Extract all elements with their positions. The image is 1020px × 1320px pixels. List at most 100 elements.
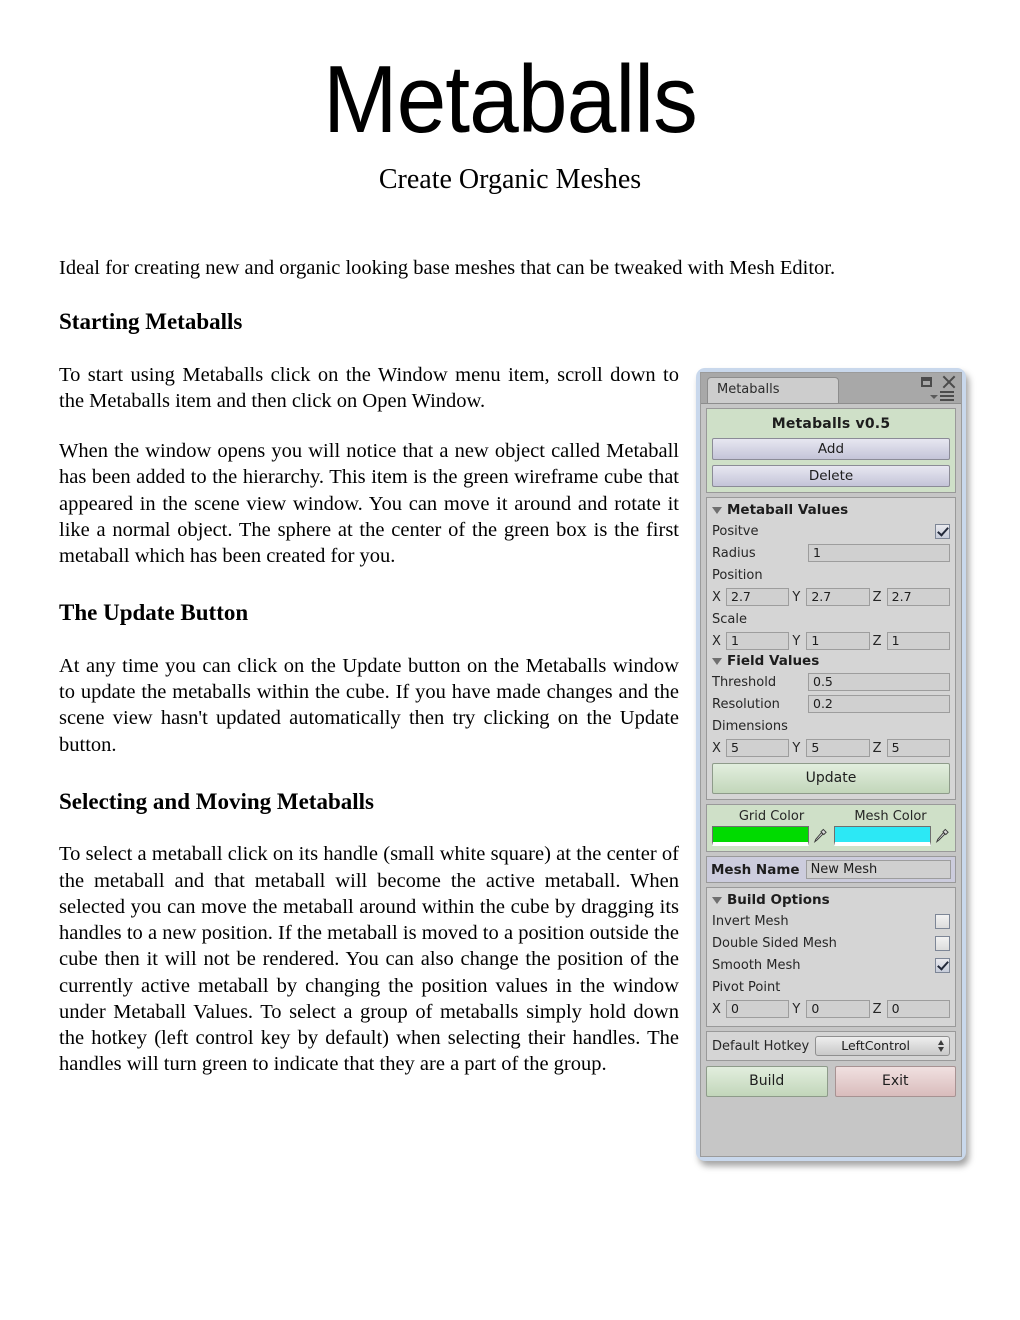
- pivot-xyz-row: X 0 Y 0 Z 0: [712, 999, 950, 1019]
- pivot-x-label: X: [712, 1001, 721, 1017]
- resolution-label: Resolution: [712, 696, 780, 712]
- double-sided-row: Double Sided Mesh: [712, 933, 950, 953]
- paragraph-update-1: At any time you can click on the Update …: [59, 654, 679, 756]
- page-subtitle: Create Organic Meshes: [378, 164, 642, 195]
- footer-buttons: Build Exit: [706, 1066, 956, 1097]
- paragraph-starting-2: When the window opens you will notice th…: [59, 440, 679, 567]
- chevron-down-icon: [930, 395, 938, 399]
- threshold-input[interactable]: 0.5: [808, 673, 950, 691]
- positive-label: Positve: [712, 523, 759, 539]
- smooth-mesh-checkbox[interactable]: [935, 957, 950, 973]
- metaball-values-foldout[interactable]: Metaball Values: [712, 502, 950, 518]
- update-button[interactable]: Update: [712, 763, 950, 794]
- position-x-label: X: [712, 589, 721, 605]
- grid-color-swatch[interactable]: [712, 826, 809, 846]
- body-text-column: Starting Metaballs To start using Metaba…: [59, 308, 679, 1077]
- stepper-arrows-icon: [938, 1040, 944, 1052]
- mesh-color-label: Mesh Color: [854, 809, 927, 824]
- metaballs-editor-window: Metaballs Metaballs v0.5 Add Delete Meta…: [696, 368, 966, 1161]
- scale-x-label: X: [712, 633, 721, 649]
- paragraph-selecting-1: To select a metaball click on its handle…: [59, 843, 679, 1076]
- window-titlebar: Metaballs: [701, 373, 961, 404]
- position-row-label: Position: [712, 565, 950, 585]
- maximize-icon[interactable]: [921, 377, 932, 387]
- mesh-color-swatch[interactable]: [834, 826, 931, 846]
- metaball-values-label: Metaball Values: [727, 502, 849, 518]
- pivot-point-label: Pivot Point: [712, 979, 781, 995]
- pivot-z-input[interactable]: 0: [886, 1000, 950, 1018]
- pivot-z-label: Z: [872, 1001, 882, 1017]
- mesh-name-panel: Mesh Name New Mesh: [706, 856, 956, 883]
- radius-label: Radius: [712, 545, 756, 561]
- scale-z-label: Z: [872, 633, 882, 649]
- hotkey-panel: Default Hotkey LeftControl: [706, 1031, 956, 1061]
- hamburger-icon: [940, 391, 954, 403]
- section-heading-update: The Update Button: [59, 600, 249, 626]
- section-heading-starting: Starting Metaballs: [59, 309, 243, 334]
- radius-row: Radius 1: [712, 543, 950, 563]
- delete-button[interactable]: Delete: [712, 465, 950, 487]
- dimensions-y-label: Y: [792, 740, 801, 756]
- resolution-input[interactable]: 0.2: [808, 695, 950, 713]
- scale-y-input[interactable]: 1: [806, 632, 870, 650]
- double-sided-mesh-checkbox[interactable]: [935, 935, 950, 951]
- default-hotkey-value: LeftControl: [841, 1038, 910, 1053]
- default-hotkey-label: Default Hotkey: [712, 1038, 810, 1054]
- header-panel: Metaballs v0.5 Add Delete: [706, 408, 956, 493]
- scale-label: Scale: [712, 611, 747, 627]
- pivot-y-label: Y: [792, 1001, 801, 1017]
- pivot-x-input[interactable]: 0: [726, 1000, 790, 1018]
- position-y-label: Y: [792, 589, 801, 605]
- double-sided-mesh-label: Double Sided Mesh: [712, 935, 837, 951]
- close-icon[interactable]: [941, 375, 955, 389]
- version-title: Metaballs v0.5: [771, 416, 891, 432]
- scale-xyz-row: X 1 Y 1 Z 1: [712, 631, 950, 651]
- threshold-row: Threshold 0.5: [712, 672, 950, 692]
- build-options-foldout[interactable]: Build Options: [712, 892, 950, 908]
- radius-input[interactable]: 1: [808, 544, 950, 562]
- build-button[interactable]: Build: [706, 1066, 828, 1097]
- field-values-foldout[interactable]: Field Values: [712, 653, 950, 669]
- paragraph-starting-1: To start using Metaballs click on the Wi…: [59, 363, 679, 412]
- position-y-input[interactable]: 2.7: [806, 588, 870, 606]
- scale-y-label: Y: [792, 633, 801, 649]
- position-z-label: Z: [872, 589, 882, 605]
- field-values-label: Field Values: [727, 653, 820, 669]
- positive-row: Positve: [712, 521, 950, 541]
- add-button[interactable]: Add: [712, 438, 950, 460]
- triangle-down-icon: [712, 657, 722, 665]
- build-options-panel: Build Options Invert Mesh Double Sided M…: [706, 887, 956, 1027]
- eyedropper-icon[interactable]: [935, 827, 950, 845]
- dimensions-y-input[interactable]: 5: [806, 739, 870, 757]
- section-heading-selecting: Selecting and Moving Metaballs: [59, 788, 374, 814]
- eyedropper-icon[interactable]: [813, 827, 828, 845]
- position-xyz-row: X 2.7 Y 2.7 Z 2.7: [712, 587, 950, 607]
- dimensions-z-input[interactable]: 5: [886, 739, 950, 757]
- triangle-down-icon: [712, 506, 722, 514]
- threshold-label: Threshold: [712, 674, 777, 690]
- values-panel: Metaball Values Positve Radius 1 Positio…: [706, 497, 956, 800]
- scale-z-input[interactable]: 1: [886, 632, 950, 650]
- scale-x-input[interactable]: 1: [726, 632, 790, 650]
- exit-button[interactable]: Exit: [834, 1066, 956, 1097]
- default-hotkey-dropdown[interactable]: LeftControl: [815, 1036, 950, 1056]
- dimensions-row-label: Dimensions: [712, 716, 950, 736]
- position-x-input[interactable]: 2.7: [726, 588, 790, 606]
- dimensions-xyz-row: X 5 Y 5 Z 5: [712, 738, 950, 758]
- position-z-input[interactable]: 2.7: [886, 588, 950, 606]
- mesh-name-label: Mesh Name: [711, 861, 800, 878]
- invert-mesh-checkbox[interactable]: [935, 913, 950, 929]
- invert-mesh-row: Invert Mesh: [712, 911, 950, 931]
- pivot-y-input[interactable]: 0: [806, 1000, 870, 1018]
- triangle-down-icon: [712, 896, 722, 904]
- dimensions-x-label: X: [712, 740, 721, 756]
- intro-paragraph: Ideal for creating new and organic looki…: [59, 257, 836, 279]
- dimensions-x-input[interactable]: 5: [726, 739, 790, 757]
- positive-checkbox[interactable]: [935, 523, 950, 539]
- window-menu-icon[interactable]: [930, 391, 954, 403]
- build-options-label: Build Options: [727, 892, 830, 908]
- position-label: Position: [712, 567, 763, 583]
- window-tab-metaballs[interactable]: Metaballs: [707, 377, 839, 403]
- mesh-name-input[interactable]: New Mesh: [805, 860, 951, 879]
- smooth-mesh-row: Smooth Mesh: [712, 955, 950, 975]
